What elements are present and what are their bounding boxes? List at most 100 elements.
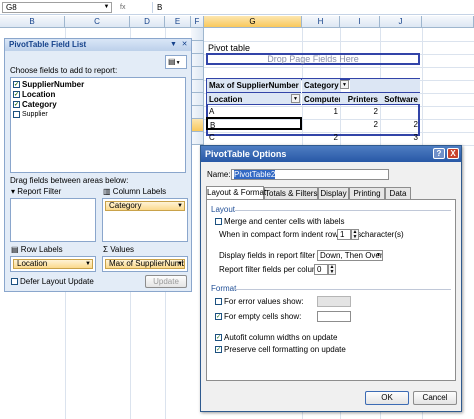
pivot-value-cell[interactable]: 2: [380, 118, 420, 131]
checkbox-unchecked-icon[interactable]: [215, 298, 222, 306]
pivot-value-cell[interactable]: 2: [340, 118, 380, 131]
error-values-option[interactable]: For error values show:: [215, 297, 304, 307]
checkbox-unchecked-icon[interactable]: [13, 110, 20, 118]
pivot-value-cell[interactable]: [340, 131, 380, 144]
display-fields-select[interactable]: Down, Then Over ▼: [317, 250, 383, 261]
row-header[interactable]: [191, 80, 204, 93]
field-label: SupplierNumber: [22, 80, 85, 89]
pivot-value-field[interactable]: Max of SupplierNumber: [207, 79, 301, 92]
defer-layout-update[interactable]: Defer Layout Update: [11, 277, 94, 287]
tab-layout-format[interactable]: Layout & Format: [206, 186, 266, 199]
column-header-j[interactable]: J: [380, 16, 422, 28]
tab-display[interactable]: Display: [318, 187, 349, 199]
row-header[interactable]: [191, 93, 204, 106]
pivottable-name-field[interactable]: PivotTable2: [231, 169, 389, 180]
chevron-down-icon[interactable]: ▼: [177, 202, 183, 210]
values-area[interactable]: Max of SupplierNumber ▼: [102, 256, 188, 272]
autofit-option[interactable]: ✓ Autofit column widths on update: [215, 333, 337, 343]
empty-cells-input[interactable]: [317, 311, 351, 322]
pivot-row-label-selected[interactable]: B: [206, 117, 302, 130]
pivot-row-field[interactable]: Location: [207, 92, 301, 105]
checkbox-checked-icon[interactable]: ✓: [215, 346, 222, 354]
field-item-supplier[interactable]: Supplier: [13, 110, 48, 120]
pivot-value-cell[interactable]: 2: [302, 131, 340, 144]
layout-options-button[interactable]: ▤▼: [165, 55, 187, 69]
row-filter-dropdown-icon[interactable]: ▼: [291, 94, 300, 103]
field-item-suppliernumber[interactable]: ✓ SupplierNumber: [13, 80, 84, 90]
column-header-c[interactable]: C: [65, 16, 130, 28]
column-labels-area[interactable]: Category ▼: [102, 198, 188, 242]
indent-spinner[interactable]: ▲ ▼: [351, 229, 359, 240]
checkbox-checked-icon[interactable]: ✓: [215, 334, 222, 342]
indent-suffix-label: character(s): [361, 230, 404, 239]
cancel-button[interactable]: Cancel: [413, 391, 457, 405]
close-button[interactable]: X: [447, 148, 459, 159]
checkbox-checked-icon[interactable]: ✓: [13, 101, 20, 109]
column-header-d[interactable]: D: [130, 16, 165, 28]
tab-data[interactable]: Data: [385, 187, 411, 199]
update-button[interactable]: Update: [145, 275, 187, 288]
report-filter-spinner[interactable]: ▲ ▼: [328, 264, 336, 275]
chevron-down-icon[interactable]: ▼: [85, 260, 91, 268]
field-item-category[interactable]: ✓ Category: [13, 100, 57, 110]
tab-printing[interactable]: Printing: [349, 187, 385, 199]
chevron-down-icon[interactable]: ▼: [103, 4, 110, 11]
row-header[interactable]: [191, 106, 204, 119]
row-labels-area[interactable]: Location ▼: [10, 256, 96, 272]
page-fields-drop-zone[interactable]: Drop Page Fields Here: [206, 53, 420, 65]
max-suppliernumber-chip[interactable]: Max of SupplierNumber ▼: [105, 259, 185, 269]
pivot-row-label[interactable]: C: [207, 131, 301, 144]
category-field-chip[interactable]: Category ▼: [105, 201, 185, 211]
formula-input[interactable]: B: [152, 2, 472, 13]
row-header[interactable]: [191, 132, 204, 145]
name-box[interactable]: G8 ▼: [2, 2, 112, 13]
help-button[interactable]: ?: [433, 148, 445, 159]
chevron-down-icon[interactable]: ▼: [177, 260, 183, 268]
pivot-value-cell[interactable]: 3: [380, 131, 420, 144]
checkbox-checked-icon[interactable]: ✓: [13, 81, 20, 89]
close-icon[interactable]: ✕: [180, 40, 189, 49]
chip-label: Max of SupplierNumber: [109, 259, 185, 268]
checkbox-unchecked-icon[interactable]: [215, 218, 222, 226]
report-filter-area[interactable]: [10, 198, 96, 242]
field-item-location[interactable]: ✓ Location: [13, 90, 55, 100]
column-header-f[interactable]: F: [191, 16, 204, 28]
report-filter-per-column-label: Report filter fields per column:: [219, 265, 326, 274]
checkbox-checked-icon[interactable]: ✓: [215, 313, 222, 321]
pivot-value-cell[interactable]: [302, 118, 340, 131]
ok-button[interactable]: OK: [365, 391, 409, 405]
chevron-down-icon[interactable]: ▼: [169, 40, 178, 49]
row-header[interactable]: [191, 28, 204, 41]
column-header-i[interactable]: I: [340, 16, 380, 28]
column-header-g[interactable]: G: [204, 16, 302, 28]
checkbox-unchecked-icon[interactable]: [11, 278, 18, 286]
column-header-b[interactable]: B: [0, 16, 65, 28]
row-header[interactable]: [191, 41, 204, 54]
pivot-col-header: Software: [380, 92, 420, 105]
tab-totals-filters[interactable]: Totals & Filters: [264, 187, 318, 199]
chevron-down-icon[interactable]: ▼: [376, 251, 381, 260]
row-header-selected[interactable]: [191, 119, 204, 132]
chevron-down-icon[interactable]: ▼: [353, 234, 358, 240]
merge-center-option[interactable]: Merge and center cells with labels: [215, 217, 345, 227]
field-label: Supplier: [22, 111, 48, 118]
chevron-down-icon[interactable]: ▼: [330, 269, 335, 275]
row-header[interactable]: [191, 67, 204, 80]
pivot-value-cell[interactable]: [380, 105, 420, 118]
column-header-h[interactable]: H: [302, 16, 340, 28]
indent-input[interactable]: 1: [337, 229, 351, 240]
fx-label[interactable]: fx: [120, 2, 150, 13]
pivot-column-field[interactable]: Category: [302, 79, 340, 92]
preserve-formatting-option[interactable]: ✓ Preserve cell formatting on update: [215, 345, 346, 355]
row-header[interactable]: [191, 54, 204, 67]
pivot-value-cell[interactable]: 2: [340, 105, 380, 118]
column-filter-dropdown-icon[interactable]: ▼: [340, 80, 349, 89]
chevron-down-icon: ▼: [175, 60, 181, 66]
empty-cells-option[interactable]: ✓ For empty cells show:: [215, 312, 301, 322]
pivot-value-cell[interactable]: 1: [302, 105, 340, 118]
location-field-chip[interactable]: Location ▼: [13, 259, 93, 269]
report-filter-per-column-input[interactable]: 0: [314, 264, 328, 275]
checkbox-checked-icon[interactable]: ✓: [13, 91, 20, 99]
column-header-e[interactable]: E: [165, 16, 191, 28]
error-values-input[interactable]: [317, 296, 351, 307]
